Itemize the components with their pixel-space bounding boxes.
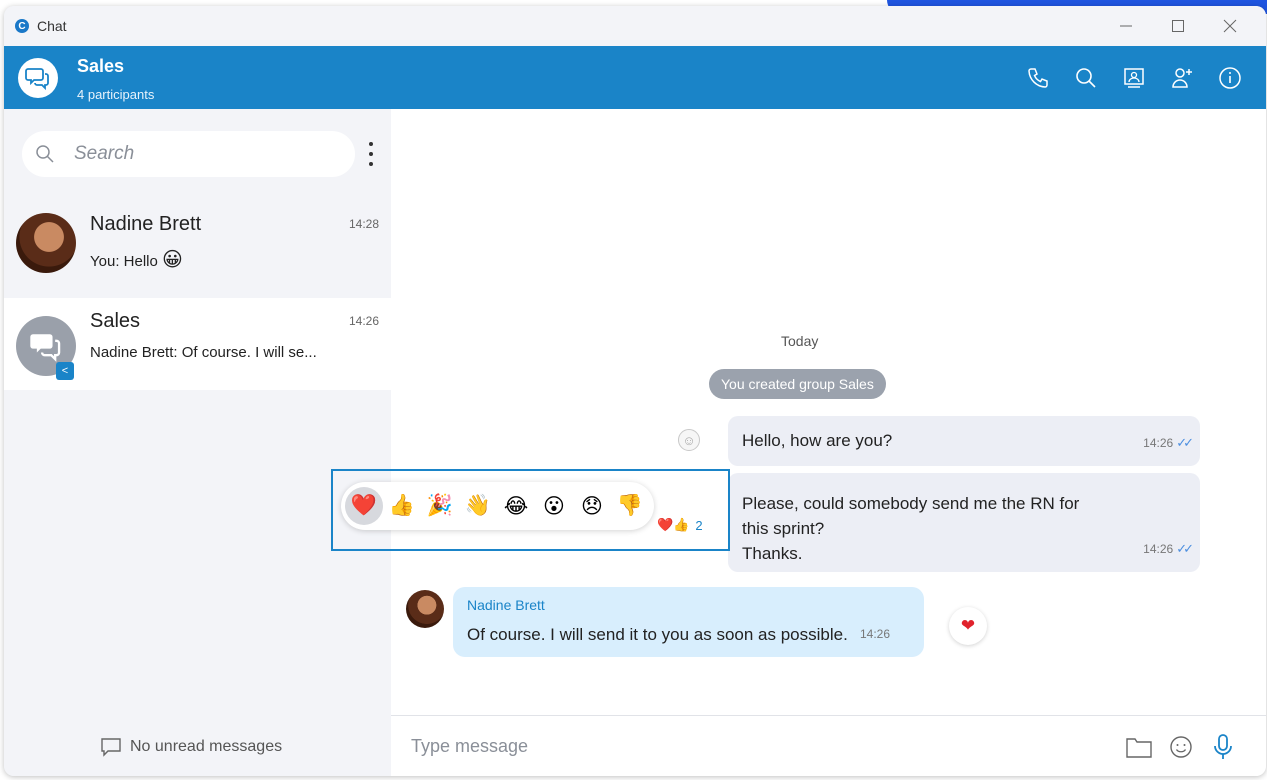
message-icon	[101, 738, 121, 757]
app-logo-icon: C	[15, 19, 29, 33]
minimize-button[interactable]	[1100, 6, 1152, 46]
system-message: You created group Sales	[709, 369, 886, 399]
chat-header: Sales 4 participants	[4, 46, 1266, 109]
smiley-icon	[1170, 736, 1192, 758]
thumbs-up-emoji-button[interactable]: 👍	[383, 487, 421, 525]
add-user-icon	[1172, 68, 1192, 88]
smiley-icon: ☺	[682, 432, 696, 448]
attach-file-button[interactable]	[1125, 733, 1153, 761]
conversation-name: Sales	[90, 310, 141, 332]
message-sender: Nadine Brett	[467, 597, 545, 613]
heart-reaction-icon[interactable]: ❤	[949, 607, 987, 645]
title-bar: C Chat	[4, 6, 1266, 46]
maximize-button[interactable]	[1152, 6, 1204, 46]
screen: C Chat Sales 4 participants Search Nadin…	[0, 0, 1267, 780]
no-unread-status: No unread messages	[100, 737, 282, 757]
search-icon	[36, 145, 54, 163]
conversation-preview: Nadine Brett: Of course. I will se...	[90, 344, 317, 361]
more-vertical-icon	[369, 142, 373, 146]
conversation-item-sales[interactable]: < Sales 14:26 Nadine Brett: Of course. I…	[4, 298, 391, 390]
message-time: 14:26 ✓✓	[1143, 541, 1194, 557]
heart-emoji-button[interactable]: ❤️	[345, 487, 383, 525]
microphone-icon	[1214, 734, 1232, 759]
chat-bubbles-icon	[25, 68, 49, 91]
message-bubble-outgoing[interactable]: Hello, how are you? 14:26 ✓✓	[728, 416, 1200, 466]
search-chat-button[interactable]	[1072, 64, 1100, 92]
read-check-icon: ✓✓	[1176, 541, 1194, 556]
add-reaction-button[interactable]: ☺	[678, 429, 700, 451]
waving-hand-emoji-button[interactable]: 👋	[459, 487, 497, 525]
surprised-emoji-button[interactable]: 😮	[535, 487, 573, 525]
info-button[interactable]	[1216, 64, 1244, 92]
share-badge-icon: <	[56, 362, 74, 380]
date-separator: Today	[781, 333, 819, 349]
preview-text: You: Hello	[90, 253, 158, 270]
conversation-sidebar: Nadine Brett 14:28 You: Hello 😀 < Sales …	[4, 109, 391, 776]
add-participant-button[interactable]	[1168, 64, 1196, 92]
message-text: Of course. I will send it to you as soon…	[467, 625, 848, 644]
call-button[interactable]	[1024, 64, 1052, 92]
avatar	[406, 590, 444, 628]
thumbs-down-emoji-button[interactable]: 👎	[611, 487, 649, 525]
message-line: Thanks.	[742, 544, 803, 563]
close-icon	[1223, 19, 1237, 33]
maximize-icon	[1172, 20, 1184, 32]
message-text: Please, could somebody send me the RN fo…	[742, 491, 1079, 566]
message-time-text: 14:26	[1143, 436, 1174, 450]
emoji-reaction-picker: ❤️ 👍 🎉 👋 😂 😮 😞 👎	[341, 482, 654, 530]
screen-share-icon	[1124, 68, 1144, 88]
search-input[interactable]	[74, 131, 344, 177]
message-text: Hello, how are you?	[742, 431, 893, 450]
message-input[interactable]	[411, 726, 1111, 766]
sad-emoji-button[interactable]: 😞	[573, 487, 611, 525]
grinning-emoji-icon: 😀	[162, 249, 183, 271]
message-list: Today You created group Sales ☺ Hello, h…	[391, 109, 1266, 715]
voice-message-button[interactable]	[1209, 733, 1237, 761]
message-bubble-incoming[interactable]: Nadine Brett Of course. I will send it t…	[453, 587, 924, 657]
message-time: 14:26 ✓✓	[1143, 435, 1194, 451]
chat-window: C Chat Sales 4 participants Search Nadin…	[4, 6, 1266, 776]
conversation-item-nadine-brett[interactable]: Nadine Brett 14:28 You: Hello 😀	[4, 201, 391, 293]
search-box[interactable]	[22, 131, 355, 177]
laughing-emoji-button[interactable]: 😂	[497, 487, 535, 525]
party-emoji-button[interactable]: 🎉	[421, 487, 459, 525]
more-options-button[interactable]	[364, 142, 378, 166]
conversation-name: Nadine Brett	[90, 213, 202, 235]
message-bubble-outgoing[interactable]: Please, could somebody send me the RN fo…	[728, 473, 1200, 572]
close-button[interactable]	[1204, 6, 1256, 46]
conversation-time: 14:26	[348, 314, 379, 328]
participants-count: 4 participants	[77, 87, 155, 102]
message-line: this sprint?	[742, 519, 825, 538]
message-time: 14:26	[860, 627, 891, 641]
group-avatar[interactable]	[18, 58, 58, 98]
folder-icon	[1126, 738, 1152, 758]
search-icon	[1076, 68, 1096, 88]
avatar	[16, 213, 76, 273]
conversation-preview: You: Hello 😀	[90, 247, 183, 272]
minimize-icon	[1120, 25, 1132, 27]
conversation-title: Sales	[77, 56, 125, 76]
conversation-time: 14:28	[348, 217, 379, 231]
phone-icon	[1028, 68, 1048, 88]
info-icon	[1219, 67, 1241, 89]
chat-bubbles-icon	[30, 334, 61, 362]
emoji-button[interactable]	[1167, 733, 1195, 761]
message-composer	[391, 715, 1266, 776]
read-check-icon: ✓✓	[1176, 435, 1194, 450]
share-screen-button[interactable]	[1120, 64, 1148, 92]
message-time-text: 14:26	[1143, 542, 1174, 556]
message-line: Please, could somebody send me the RN fo…	[742, 494, 1080, 513]
app-title: Chat	[37, 18, 67, 34]
no-unread-text: No unread messages	[130, 738, 283, 755]
